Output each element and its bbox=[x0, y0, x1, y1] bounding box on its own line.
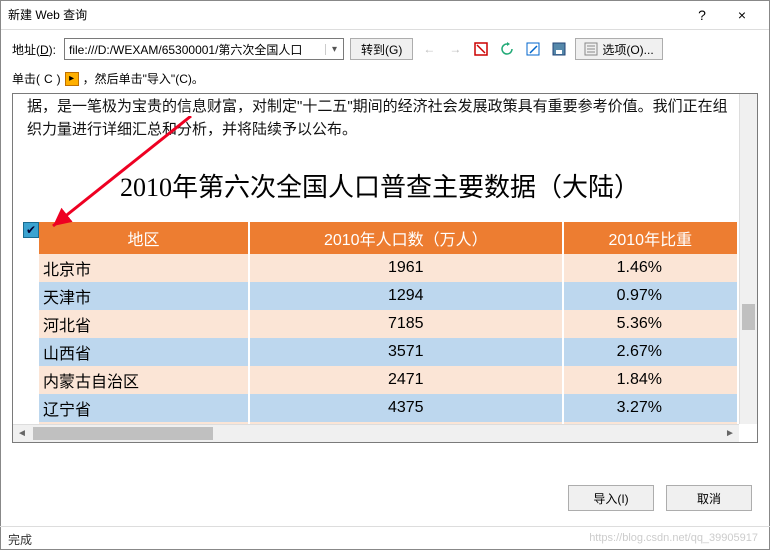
import-button[interactable]: 导入(I) bbox=[568, 485, 654, 511]
titlebar: 新建 Web 查询 ? × bbox=[0, 0, 770, 30]
select-marker-icon: ▸ bbox=[65, 72, 79, 86]
address-label: 地址(D): bbox=[12, 41, 56, 58]
options-icon bbox=[584, 42, 598, 56]
back-icon[interactable]: ← bbox=[419, 39, 439, 59]
cell-pop: 3571 bbox=[249, 338, 563, 366]
cell-weight: 1.84% bbox=[563, 366, 738, 394]
scroll-right-icon[interactable]: ► bbox=[721, 425, 739, 442]
cell-weight: 1.46% bbox=[563, 254, 738, 282]
address-input[interactable] bbox=[65, 39, 325, 59]
table-row: 辽宁省43753.27% bbox=[39, 394, 738, 422]
cell-weight: 0.97% bbox=[563, 282, 738, 310]
table-row: 河北省71855.36% bbox=[39, 310, 738, 338]
body-paragraph: 据，是一笔极为宝贵的信息财富，对制定"十二五"期间的经济社会发展政策具有重要参考… bbox=[21, 94, 739, 149]
table-row: 北京市19611.46% bbox=[39, 254, 738, 282]
cell-region: 天津市 bbox=[39, 282, 249, 310]
table-row: 天津市12940.97% bbox=[39, 282, 738, 310]
population-table: 地区 2010年人口数（万人） 2010年比重 北京市19611.46%天津市1… bbox=[39, 222, 739, 424]
col-weight: 2010年比重 bbox=[563, 222, 738, 254]
toolbar: 地址(D): ▾ 转到(G) ← → 选项(O)... bbox=[0, 30, 770, 68]
scroll-left-icon[interactable]: ◄ bbox=[13, 425, 31, 442]
cell-region: 北京市 bbox=[39, 254, 249, 282]
cell-region: 山西省 bbox=[39, 338, 249, 366]
stop-icon[interactable] bbox=[471, 39, 491, 59]
scroll-thumb[interactable] bbox=[742, 304, 755, 330]
cell-region: 辽宁省 bbox=[39, 394, 249, 422]
go-button[interactable]: 转到(G) bbox=[350, 38, 413, 60]
cell-weight: 2.67% bbox=[563, 338, 738, 366]
cell-pop: 2471 bbox=[249, 366, 563, 394]
cancel-button[interactable]: 取消 bbox=[666, 485, 752, 511]
chevron-down-icon[interactable]: ▾ bbox=[325, 44, 343, 55]
table-row: 山西省35712.67% bbox=[39, 338, 738, 366]
page-heading: 2010年第六次全国人口普查主要数据（大陆） bbox=[21, 167, 739, 204]
edit-icon[interactable] bbox=[523, 39, 543, 59]
cell-weight: 5.36% bbox=[563, 310, 738, 338]
status-text: 完成 bbox=[8, 533, 32, 547]
save-icon[interactable] bbox=[549, 39, 569, 59]
address-combo[interactable]: ▾ bbox=[64, 38, 344, 60]
cell-pop: 4375 bbox=[249, 394, 563, 422]
instruction-bar: 单击(C) ▸ ，然后单击"导入"(C)。 bbox=[0, 68, 770, 93]
cell-pop: 1294 bbox=[249, 282, 563, 310]
watermark: https://blog.csdn.net/qq_39905917 bbox=[589, 532, 758, 544]
refresh-icon[interactable] bbox=[497, 39, 517, 59]
window-title: 新建 Web 查询 bbox=[8, 6, 682, 23]
table-row: 内蒙古自治区24711.84% bbox=[39, 366, 738, 394]
help-button[interactable]: ? bbox=[682, 7, 722, 23]
table-header-row: 地区 2010年人口数（万人） 2010年比重 bbox=[39, 222, 738, 254]
col-pop: 2010年人口数（万人） bbox=[249, 222, 563, 254]
cell-region: 河北省 bbox=[39, 310, 249, 338]
options-button[interactable]: 选项(O)... bbox=[575, 38, 662, 60]
close-button[interactable]: × bbox=[722, 7, 762, 23]
cell-weight: 3.27% bbox=[563, 394, 738, 422]
horizontal-scrollbar[interactable]: ◄ ► bbox=[13, 424, 739, 442]
scroll-thumb[interactable] bbox=[33, 427, 213, 440]
col-region: 地区 bbox=[39, 222, 249, 254]
vertical-scrollbar[interactable] bbox=[739, 94, 757, 424]
cell-pop: 1961 bbox=[249, 254, 563, 282]
cell-region: 内蒙古自治区 bbox=[39, 366, 249, 394]
web-content-frame: 据，是一笔极为宝贵的信息财富，对制定"十二五"期间的经济社会发展政策具有重要参考… bbox=[12, 93, 758, 443]
forward-icon[interactable]: → bbox=[445, 39, 465, 59]
cell-pop: 7185 bbox=[249, 310, 563, 338]
dialog-footer: 导入(I) 取消 bbox=[0, 478, 770, 518]
table-select-marker[interactable] bbox=[23, 222, 39, 238]
